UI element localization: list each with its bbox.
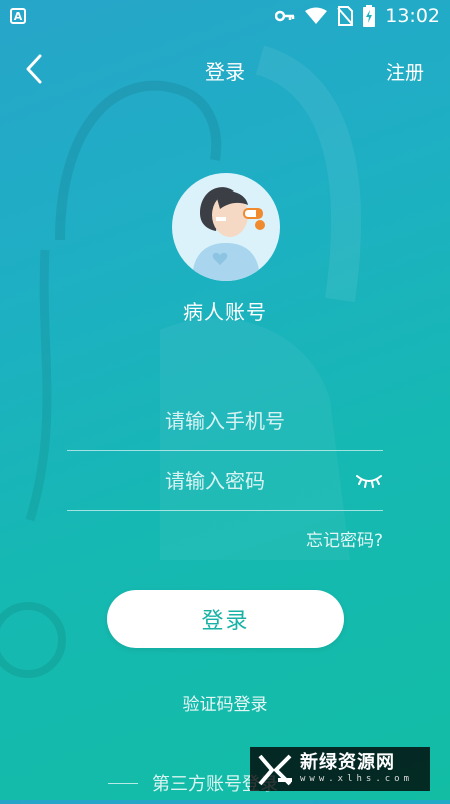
password-field	[67, 452, 383, 511]
phone-input[interactable]	[67, 392, 383, 450]
app-notification-icon: A	[10, 8, 26, 24]
register-link[interactable]: 注册	[386, 58, 424, 85]
wifi-icon	[305, 7, 328, 24]
nav-bar: 登录 注册	[0, 44, 450, 94]
battery-charging-icon	[363, 5, 376, 27]
sms-login-link[interactable]: 验证码登录	[0, 690, 450, 715]
login-button[interactable]: 登录	[107, 590, 344, 648]
page-title: 登录	[205, 60, 245, 84]
watermark-url: www.xlhs.com	[300, 774, 414, 784]
avatar	[172, 173, 280, 281]
xlhs-logo-icon	[258, 754, 292, 786]
forgot-password-link[interactable]: 忘记密码?	[306, 526, 383, 551]
password-input[interactable]	[67, 452, 383, 510]
patient-avatar-icon	[192, 187, 265, 281]
status-bar: A 13:02	[0, 0, 450, 32]
key-icon	[275, 10, 295, 22]
divider	[108, 782, 138, 784]
account-type-label: 病人账号	[183, 300, 267, 324]
status-time: 13:02	[385, 5, 440, 27]
eye-closed-icon[interactable]	[355, 472, 383, 490]
phone-field	[67, 392, 383, 451]
no-sim-icon	[337, 6, 354, 26]
watermark: 新绿资源网 www.xlhs.com	[250, 747, 430, 791]
watermark-title: 新绿资源网	[300, 752, 395, 773]
